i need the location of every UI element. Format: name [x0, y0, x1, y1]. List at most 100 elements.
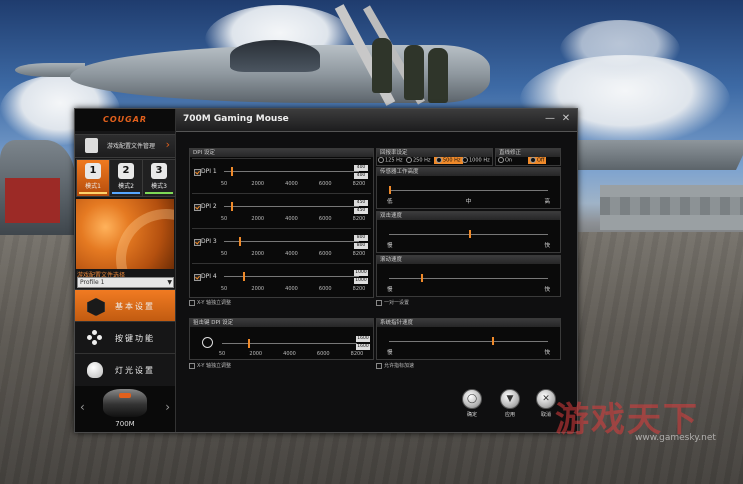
- radio-dot: [462, 157, 468, 163]
- confirm-button[interactable]: ◯ 确定: [462, 389, 482, 419]
- lift-off-distance-panel: 传感器工作高度低中高: [376, 167, 561, 209]
- profile-dropdown-value: Profile 1: [80, 279, 105, 286]
- dpi-checkbox[interactable]: [194, 169, 201, 176]
- chevron-right-icon[interactable]: ›: [165, 400, 170, 414]
- slider-min-label: 慢: [387, 243, 393, 249]
- setting-slider[interactable]: [389, 186, 548, 194]
- slider-thumb[interactable]: [238, 237, 241, 246]
- dpi-slider[interactable]: [224, 272, 359, 281]
- panel-header: 狙击键 DPI 设定: [190, 319, 373, 327]
- jet-canopy: [230, 40, 320, 72]
- slider-thumb[interactable]: [420, 274, 423, 282]
- polling-option[interactable]: 125 Hz: [378, 157, 403, 164]
- sniper-xy-independent-option[interactable]: X-Y 轴独立调整: [189, 362, 231, 369]
- setting-slider[interactable]: [389, 230, 548, 238]
- sniper-value-y[interactable]: 1600: [356, 344, 370, 350]
- confirm-circle-icon: ◯: [462, 389, 482, 409]
- tick-label: 6000: [318, 286, 332, 292]
- profile-image: [76, 199, 174, 269]
- dpi-slider[interactable]: [224, 167, 359, 176]
- dpi-value-x[interactable]: 450: [354, 200, 368, 206]
- tick-label: 4000: [283, 351, 296, 357]
- dpi-value-y[interactable]: 400: [354, 173, 368, 179]
- polling-option[interactable]: 500 Hz: [434, 157, 463, 164]
- cancel-button[interactable]: ✕ 取消: [536, 389, 556, 419]
- mode-2-tab[interactable]: 2 模式2: [109, 159, 143, 197]
- one-to-one-option[interactable]: 一对一设置: [376, 299, 409, 306]
- profile-dropdown[interactable]: Profile 1 ▼: [77, 277, 174, 288]
- dpi-value-y[interactable]: 800: [354, 243, 368, 249]
- profile-manager-button[interactable]: 游戏配置文件管理 ›: [75, 134, 175, 158]
- dpi-checkbox[interactable]: [194, 239, 201, 246]
- dpi-value-x[interactable]: 800: [354, 235, 368, 241]
- slider-thumb[interactable]: [230, 167, 233, 176]
- dpi-value-x[interactable]: 1000: [354, 270, 368, 276]
- slider-thumb[interactable]: [492, 337, 495, 345]
- dpi-value-y[interactable]: 450: [354, 208, 368, 214]
- dpi-checkbox[interactable]: [194, 204, 201, 211]
- dpi-checkbox[interactable]: [194, 274, 201, 281]
- dpi-tick-labels: 50 2000 4000 6000 8200: [221, 216, 366, 222]
- cancel-x-icon: ✕: [536, 389, 556, 409]
- slider-thumb[interactable]: [468, 230, 471, 238]
- nav-label: 基本设置: [115, 302, 155, 311]
- sniper-dpi-panel: 狙击键 DPI 设定 50 2000 4000 6000 8200 1600 1600: [189, 318, 374, 360]
- slider-thumb[interactable]: [242, 272, 245, 281]
- slider-thumb[interactable]: [231, 202, 234, 211]
- dpi-slider[interactable]: [224, 202, 359, 211]
- checkbox[interactable]: [189, 362, 195, 369]
- title-bar[interactable]: 700M Gaming Mouse — ✕: [175, 109, 577, 132]
- hexagon-settings-icon: [87, 298, 105, 316]
- pointer-speed-slider-area: 慢 快: [377, 325, 560, 359]
- option-label: On: [505, 157, 513, 164]
- mouse-software-window: 700M Gaming Mouse — ✕ COUGAR 游戏配置文件管理 › …: [74, 108, 578, 433]
- pointer-acceleration-option[interactable]: 允许指标加速: [376, 362, 414, 369]
- checkbox[interactable]: [189, 299, 195, 306]
- tick-label: 6000: [316, 351, 330, 357]
- dpi-row: DPI 2 50 2000 4000 6000 8200 450 450: [192, 193, 371, 226]
- dpi-tick-labels: 50 2000 4000 6000 8200: [221, 286, 366, 292]
- device-name: 700M: [115, 420, 135, 428]
- dpi-label: DPI 1: [201, 168, 217, 175]
- close-button[interactable]: ✕: [559, 112, 573, 126]
- checkbox[interactable]: [376, 362, 382, 369]
- dpi-xy-independent-option[interactable]: X-Y 轴独立调整: [189, 299, 231, 306]
- mode-1-tab[interactable]: 1 模式1: [76, 159, 110, 197]
- cougar-logo: COUGAR: [75, 109, 175, 131]
- option-label: 允许指标加速: [384, 363, 415, 369]
- button-label: 确定: [466, 412, 477, 418]
- slider-mid-label: 中: [465, 199, 472, 205]
- option-label: 500 Hz: [443, 157, 461, 164]
- apply-button[interactable]: ▼ 应用: [500, 389, 520, 419]
- nav-lighting[interactable]: 灯光设置: [75, 353, 175, 386]
- nav-label: 灯光设置: [115, 366, 155, 375]
- slider-thumb[interactable]: [247, 339, 250, 348]
- slider-thumb[interactable]: [389, 186, 391, 194]
- polling-option[interactable]: 250 Hz: [406, 157, 431, 164]
- slider-area: 慢快: [377, 218, 560, 252]
- tick-label: 2000: [249, 351, 263, 357]
- dpi-slider[interactable]: [224, 237, 359, 246]
- chevron-right-icon: ›: [165, 138, 170, 151]
- pilot-figure: [404, 45, 424, 100]
- dpi-value-y[interactable]: 1000: [354, 278, 368, 284]
- nav-basic-settings[interactable]: 基本设置: [75, 289, 175, 322]
- tick-label: 8200: [350, 351, 364, 357]
- angle-snap-option[interactable]: On: [498, 157, 512, 164]
- checkbox[interactable]: [376, 299, 382, 306]
- profile-manager-label: 游戏配置文件管理: [107, 143, 156, 150]
- sniper-value-x[interactable]: 1600: [356, 336, 370, 342]
- sniper-dpi-slider[interactable]: [222, 339, 357, 348]
- angle-snap-option[interactable]: Off: [528, 157, 547, 164]
- minimize-button[interactable]: —: [543, 112, 557, 126]
- polling-option[interactable]: 1000 Hz: [462, 157, 490, 164]
- mode-number: 1: [85, 163, 101, 179]
- setting-slider[interactable]: [389, 274, 548, 282]
- dpi-tick-labels: 50 2000 4000 6000 8200: [221, 181, 366, 187]
- dpi-value-x[interactable]: 400: [354, 165, 368, 171]
- mouse-image: [103, 389, 147, 417]
- chevron-left-icon[interactable]: ‹: [80, 400, 85, 414]
- pointer-speed-slider[interactable]: [389, 337, 548, 345]
- nav-button-functions[interactable]: 按键功能: [75, 321, 175, 354]
- mode-3-tab[interactable]: 3 模式3: [142, 159, 176, 197]
